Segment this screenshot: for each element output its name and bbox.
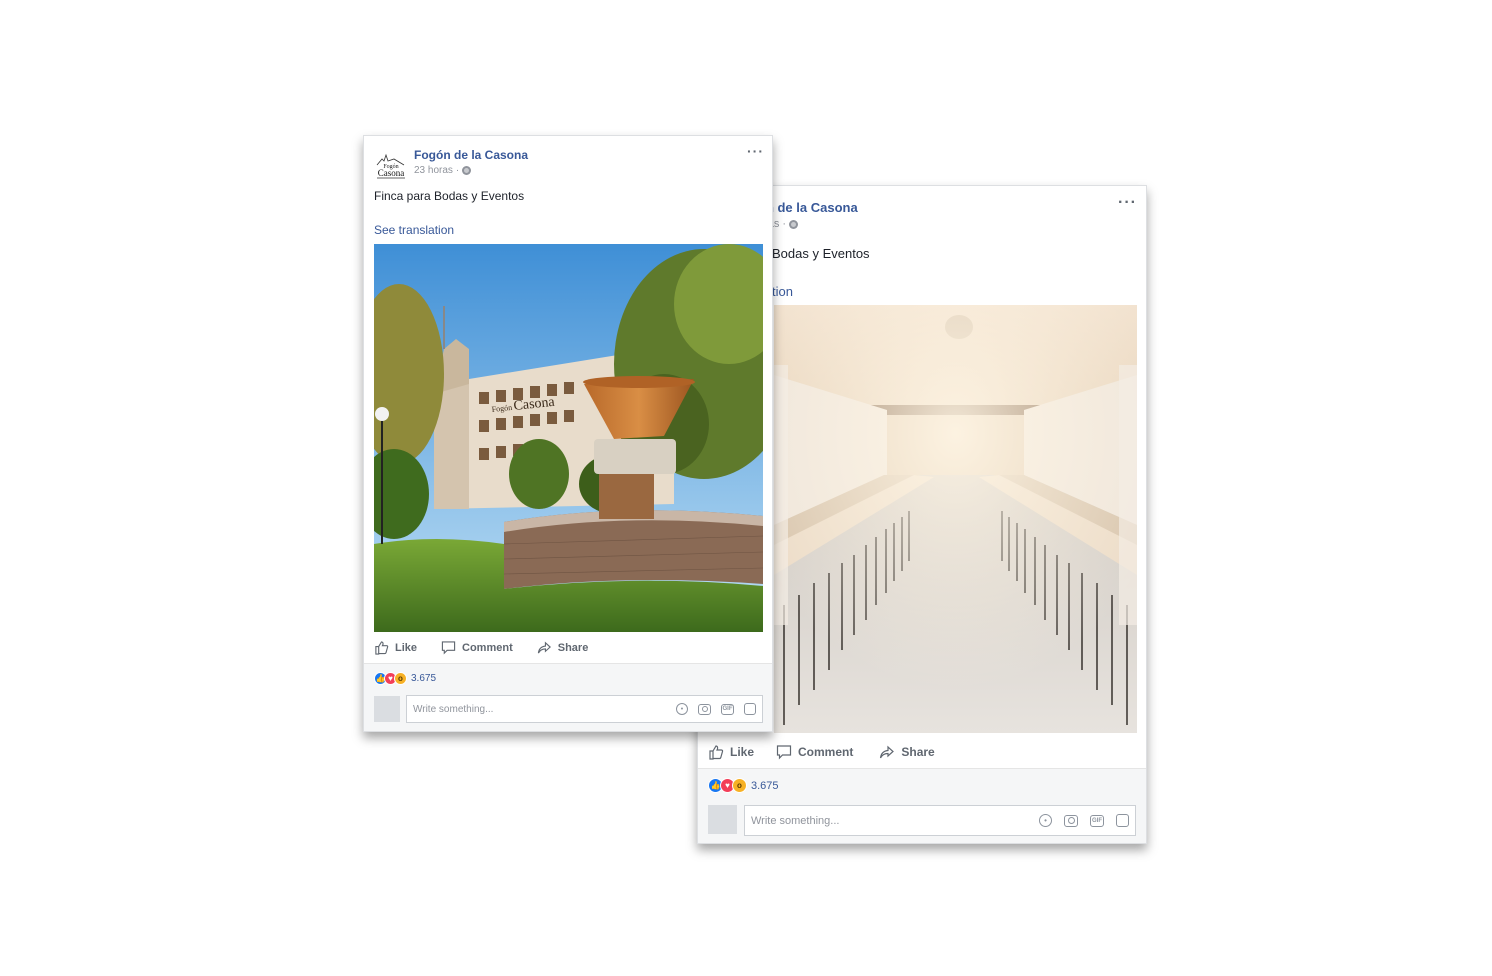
comment-icon — [776, 745, 792, 760]
post-footer: 👍 ♥ o 3.675 Write something... • GIF — [364, 663, 772, 731]
banquet-hall-image — [774, 305, 1137, 733]
share-label: Share — [557, 641, 589, 654]
share-icon — [880, 745, 895, 759]
logo-text-big: Casona — [378, 168, 405, 178]
wow-reaction-icon: o — [732, 778, 747, 793]
post-text: Finca para Bodas y Eventos — [374, 189, 525, 203]
comment-icon — [441, 641, 456, 655]
comment-input[interactable]: Write something... — [751, 815, 1027, 827]
meta-dot: · — [782, 218, 787, 230]
see-translation-link[interactable]: See translation — [374, 223, 454, 237]
post-meta: 23 horas · — [414, 165, 528, 176]
comment-composer[interactable]: Write something... • GIF — [744, 805, 1136, 836]
reactions-summary[interactable]: 👍 ♥ o 3.675 — [374, 672, 436, 685]
like-button[interactable]: Like — [374, 640, 417, 655]
like-label: Like — [730, 745, 755, 759]
like-icon — [375, 641, 389, 655]
reactions-count: 3.675 — [751, 779, 779, 792]
post-photo[interactable] — [774, 305, 1137, 733]
share-icon — [537, 641, 551, 654]
camera-icon[interactable] — [1064, 814, 1078, 827]
gif-icon[interactable]: GIF — [1090, 814, 1104, 827]
building-fountain-image: Fogón Casona — [374, 244, 763, 632]
post-time[interactable]: 23 horas — [414, 165, 453, 176]
like-button[interactable]: Like — [708, 744, 754, 760]
casona-logo: Fogón Casona — [376, 153, 405, 179]
comment-button[interactable]: Comment — [776, 744, 853, 760]
more-options-button[interactable]: ··· — [747, 144, 764, 158]
composer-icons: • GIF — [1027, 814, 1129, 827]
comment-label: Comment — [798, 745, 854, 759]
emoji-icon[interactable]: • — [676, 703, 688, 715]
post-card-front: Fogón Casona Fogón de la Casona 23 horas… — [363, 135, 773, 732]
comment-composer[interactable]: Write something... • GIF — [406, 695, 763, 723]
composer-icons: • GIF — [666, 703, 756, 715]
post-actions: Like Comment Share — [374, 640, 588, 655]
page-logo-avatar[interactable]: Fogón Casona — [374, 151, 408, 179]
emoji-icon[interactable]: • — [1039, 814, 1052, 827]
comment-label: Comment — [462, 641, 513, 654]
globe-icon — [462, 166, 472, 175]
share-label: Share — [901, 745, 935, 759]
post-photo[interactable]: Fogón Casona — [374, 244, 763, 632]
post-text: Bodas y Eventos — [772, 246, 870, 261]
post-actions: Like Comment Share — [708, 744, 935, 760]
meta-dot: · — [455, 165, 460, 176]
sticker-icon[interactable] — [744, 703, 756, 715]
reactions-summary[interactable]: 👍 ♥ o 3.675 — [708, 778, 779, 793]
camera-icon[interactable] — [698, 703, 711, 715]
page-name-link[interactable]: Fogón de la Casona — [414, 148, 528, 162]
like-icon — [709, 745, 724, 760]
like-label: Like — [395, 641, 418, 654]
reactions-count: 3.675 — [411, 673, 437, 684]
post-footer: 👍 ♥ o 3.675 Write something... • GIF — [698, 768, 1146, 843]
wow-reaction-icon: o — [394, 672, 407, 685]
post-header: Fogón Casona Fogón de la Casona 23 horas… — [374, 148, 528, 179]
share-button[interactable]: Share — [537, 640, 589, 655]
avatar — [708, 805, 737, 834]
more-options-button[interactable]: ··· — [1118, 195, 1137, 211]
globe-icon — [789, 219, 799, 229]
see-translation-link[interactable]: tion — [772, 284, 793, 299]
sticker-icon[interactable] — [1116, 814, 1129, 827]
share-button[interactable]: Share — [879, 744, 935, 760]
comment-input[interactable]: Write something... — [413, 704, 666, 715]
avatar — [374, 696, 400, 722]
gif-icon[interactable]: GIF — [721, 703, 734, 715]
comment-button[interactable]: Comment — [441, 640, 513, 655]
